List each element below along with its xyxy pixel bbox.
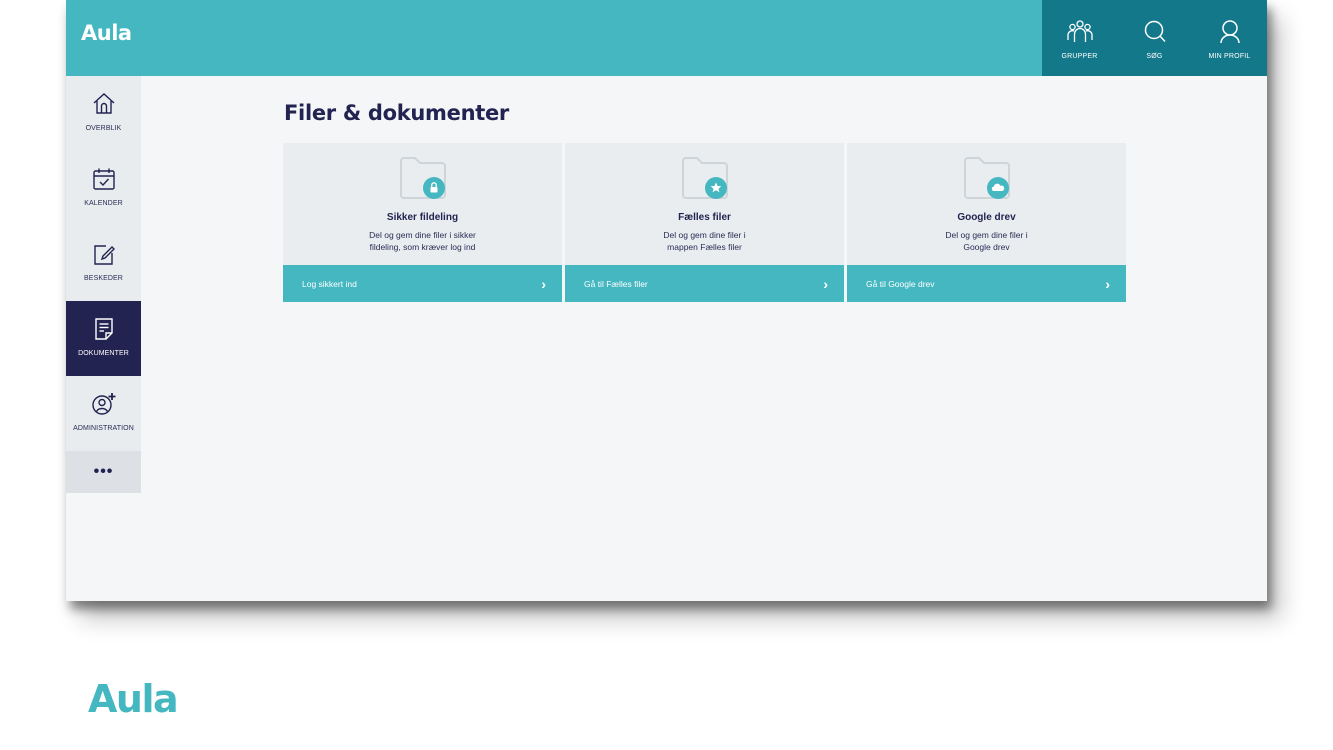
sidebar-item-overblik[interactable]: OVERBLIK xyxy=(66,76,141,151)
card-title: Google drev xyxy=(957,212,1016,223)
profile-icon xyxy=(1219,20,1240,44)
nav-profile[interactable]: MIN PROFIL xyxy=(1192,0,1267,76)
chevron-right-icon: › xyxy=(541,275,546,292)
card-description-line: Del og gem dine filer i sikker xyxy=(369,230,476,240)
card-description: Del og gem dine filer i Google drev xyxy=(917,229,1057,253)
folder-lock-icon xyxy=(400,157,446,199)
card-list: Sikker fildeling Del og gem dine filer i… xyxy=(283,143,1126,302)
nav-search-label: SØG xyxy=(1146,53,1163,60)
groups-icon xyxy=(1066,20,1093,42)
card-link-label: Gå til Google drev xyxy=(866,278,935,289)
nav-search[interactable]: SØG xyxy=(1117,0,1192,76)
card-description-line: mappen Fælles filer xyxy=(667,242,742,252)
card-link-faelles-filer[interactable]: Gå til Fælles filer › xyxy=(565,265,844,302)
sidebar-item-administration[interactable]: ADMINISTRATION xyxy=(66,376,141,451)
sidebar-more-button[interactable]: ••• xyxy=(66,451,141,493)
compose-icon xyxy=(93,245,115,265)
aula-logo[interactable]: Aula xyxy=(81,21,132,45)
add-user-icon xyxy=(91,393,115,415)
document-icon xyxy=(94,318,113,340)
card-link-label: Log sikkert ind xyxy=(302,278,357,289)
chevron-right-icon: › xyxy=(823,275,828,292)
card-description-line: Google drev xyxy=(963,242,1010,252)
sidebar-item-label: OVERBLIK xyxy=(85,125,122,132)
card-description-line: Del og gem dine filer i xyxy=(663,230,746,240)
calendar-icon xyxy=(92,168,115,190)
top-bar: Aula GRUPPER SØG MIN PROFIL xyxy=(66,0,1267,76)
card-title: Sikker fildeling xyxy=(386,212,459,223)
page-title: Filer & dokumenter xyxy=(284,101,509,125)
card-faelles-filer: Fælles filer Del og gem dine filer i map… xyxy=(565,143,844,302)
card-link-google-drev[interactable]: Gå til Google drev › xyxy=(847,265,1126,302)
card-sikker-fildeling: Sikker fildeling Del og gem dine filer i… xyxy=(283,143,562,302)
search-icon xyxy=(1144,20,1166,43)
home-icon xyxy=(93,93,114,114)
card-link-sikker-fildeling[interactable]: Log sikkert ind › xyxy=(283,265,562,302)
card-description: Del og gem dine filer i mappen Fælles fi… xyxy=(635,229,775,253)
card-description-line: Del og gem dine filer i xyxy=(945,230,1028,240)
sidebar-item-kalender[interactable]: KALENDER xyxy=(66,151,141,226)
footer-aula-logo: Aula xyxy=(88,677,179,721)
card-title: Fælles filer xyxy=(678,212,731,223)
sidebar-item-dokumenter[interactable]: DOKUMENTER xyxy=(66,301,141,376)
folder-cloud-icon xyxy=(964,157,1010,199)
sidebar-item-label: ADMINISTRATION xyxy=(73,425,134,432)
sidebar-item-label: DOKUMENTER xyxy=(78,350,129,357)
sidebar: OVERBLIK KALENDER BESKEDER DOKUMENTER AD… xyxy=(66,76,141,601)
card-link-label: Gå til Fælles filer xyxy=(584,278,648,289)
nav-groups[interactable]: GRUPPER xyxy=(1042,0,1117,76)
nav-profile-label: MIN PROFIL xyxy=(1208,53,1251,60)
card-google-drev: Google drev Del og gem dine filer i Goog… xyxy=(847,143,1126,302)
nav-groups-label: GRUPPER xyxy=(1061,53,1098,60)
chevron-right-icon: › xyxy=(1105,275,1110,292)
card-description-line: fildeling, som kræver log ind xyxy=(369,242,476,252)
sidebar-item-label: KALENDER xyxy=(84,200,123,207)
sidebar-item-label: BESKEDER xyxy=(84,275,123,282)
top-nav: GRUPPER SØG MIN PROFIL xyxy=(1042,0,1267,76)
folder-star-icon xyxy=(682,157,728,199)
sidebar-item-beskeder[interactable]: BESKEDER xyxy=(66,226,141,301)
app-window: Aula GRUPPER SØG MIN PROFIL OVERBLIK KAL… xyxy=(66,0,1267,601)
card-description: Del og gem dine filer i sikker fildeling… xyxy=(353,229,493,253)
